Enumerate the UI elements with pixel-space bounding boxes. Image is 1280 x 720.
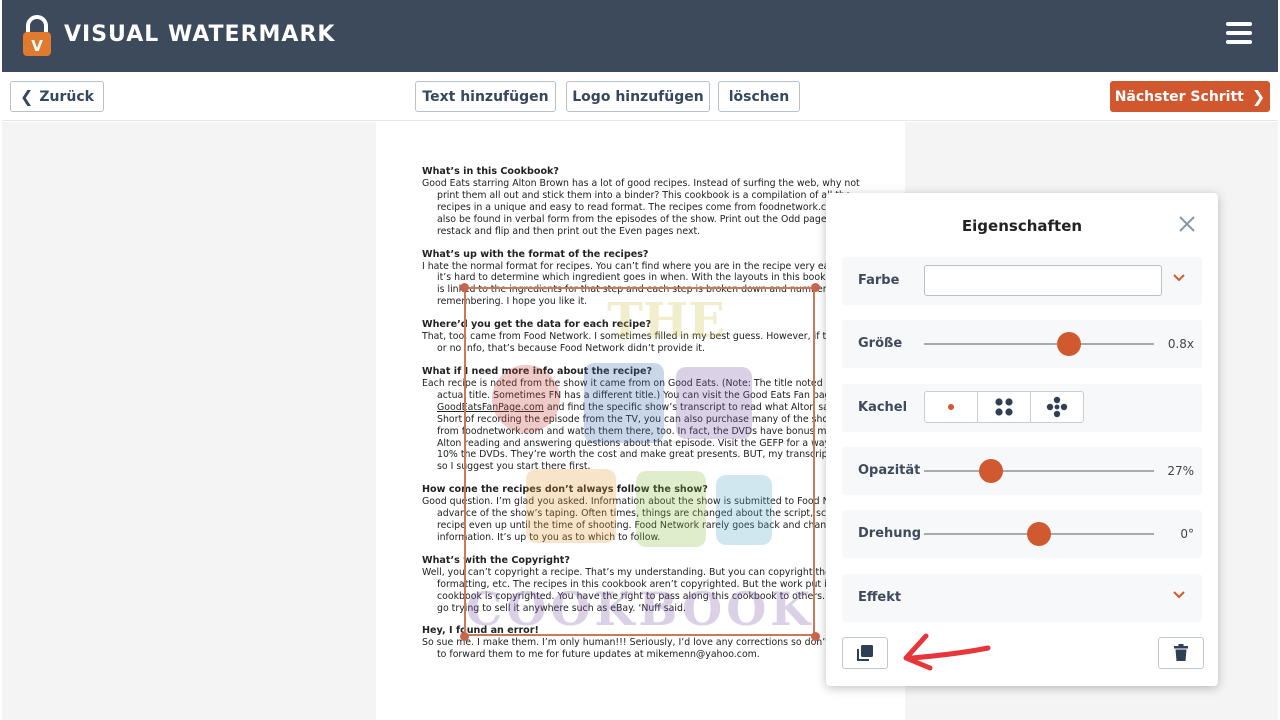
watermark-logo[interactable]: THE COOKBOOK (466, 289, 813, 634)
rotation-slider-thumb[interactable] (1027, 522, 1051, 546)
panel-title: Eigenschaften (961, 217, 1083, 235)
chevron-down-icon[interactable] (1172, 588, 1186, 602)
svg-text:V: V (31, 37, 43, 55)
svg-text:COOKBOOK: COOKBOOK (466, 582, 813, 634)
svg-text:THE: THE (607, 293, 725, 349)
section-heading: What’s up with the format of the recipes… (422, 248, 649, 260)
properties-panel: Eigenschaften Farbe Größe 0.8x Kachel Op… (826, 193, 1218, 686)
copy-icon (857, 645, 873, 661)
delete-button[interactable]: löschen (718, 81, 800, 112)
size-slider-thumb[interactable] (1056, 332, 1081, 356)
tile-grid-4-option[interactable] (978, 392, 1031, 422)
four-dots-icon (995, 398, 1013, 416)
tile-options (924, 391, 1084, 423)
size-slider[interactable] (924, 332, 1154, 356)
single-dot-icon (948, 404, 954, 410)
color-field[interactable] (924, 265, 1162, 296)
annotation-arrow-icon (903, 633, 991, 671)
opacity-row: Opazität 27% (842, 447, 1202, 495)
back-button[interactable]: ❮ Zurück (10, 81, 104, 112)
effect-label: Effekt (858, 590, 902, 605)
chevron-down-icon[interactable] (1172, 271, 1186, 285)
size-value: 0.8x (1167, 337, 1194, 351)
app-title: VISUAL WATERMARK (64, 22, 336, 47)
rotation-label: Drehung (858, 526, 922, 541)
color-row: Farbe (842, 257, 1202, 305)
resize-handle-bottom-right[interactable] (811, 632, 820, 641)
close-icon[interactable] (1178, 215, 1196, 233)
back-button-label: Zurück (39, 88, 94, 105)
chevron-right-icon: ❯ (1251, 87, 1266, 106)
size-label: Größe (858, 336, 903, 351)
rotation-value: 0° (1180, 527, 1194, 541)
toolbar: ❮ Zurück Text hinzufügen Logo hinzufügen… (2, 72, 1278, 121)
resize-handle-bottom-left[interactable] (460, 632, 469, 641)
opacity-slider[interactable] (924, 459, 1154, 483)
tile-row: Kachel (842, 384, 1202, 432)
section-body: Good Eats starring Alton Brown has a lot… (422, 178, 881, 237)
section-heading: What’s in this Cookbook? (422, 166, 559, 177)
resize-handle-top-left[interactable] (460, 283, 469, 292)
delete-watermark-button[interactable] (1158, 637, 1204, 669)
resize-handle-top-right[interactable] (811, 283, 820, 292)
trash-icon (1174, 644, 1188, 661)
rotation-row: Drehung 0° (842, 510, 1202, 558)
tile-grid-5-option[interactable] (1031, 392, 1083, 422)
tile-label: Kachel (858, 400, 908, 415)
size-row: Größe 0.8x (842, 320, 1202, 368)
opacity-label: Opazität (858, 463, 921, 478)
chevron-left-icon: ❮ (19, 87, 34, 106)
tile-single-option[interactable] (925, 392, 978, 422)
app-header: V VISUAL WATERMARK (2, 0, 1278, 72)
document-section: What’s in this Cookbook? Good Eats starri… (422, 166, 882, 238)
add-text-button[interactable]: Text hinzufügen (415, 81, 556, 112)
add-logo-button[interactable]: Logo hinzufügen (566, 81, 710, 112)
opacity-slider-thumb[interactable] (978, 459, 1003, 483)
effect-row[interactable]: Effekt (842, 574, 1202, 622)
padlock-logo-icon: V (23, 15, 51, 56)
rotation-slider[interactable] (924, 522, 1154, 546)
opacity-value: 27% (1167, 464, 1194, 478)
duplicate-button[interactable] (842, 637, 888, 669)
color-label: Farbe (858, 273, 900, 288)
menu-icon[interactable] (1226, 22, 1252, 44)
section-body: So sue me. I make them. I’m only human!!… (422, 637, 870, 661)
next-step-button[interactable]: Nächster Schritt ❯ (1110, 81, 1270, 112)
five-dots-icon (1046, 396, 1068, 418)
next-step-label: Nächster Schritt (1114, 88, 1244, 105)
